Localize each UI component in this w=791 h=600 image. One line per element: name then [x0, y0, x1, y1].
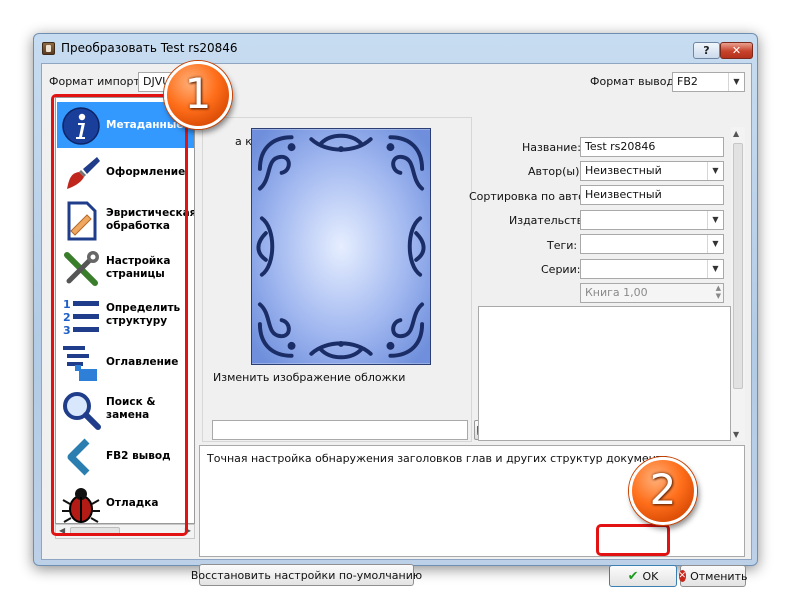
cancel-button[interactable]: ✕ Отменить — [678, 565, 748, 587]
chevron-down-icon: ▼ — [707, 211, 723, 229]
checkmark-icon: ✔ — [627, 568, 639, 584]
publisher-combo[interactable]: ▼ — [580, 210, 724, 230]
series-label: Серии: — [541, 263, 581, 276]
import-format-label: Формат импорта: — [49, 75, 151, 88]
comments-textarea[interactable] — [478, 306, 731, 441]
title-input[interactable]: Test rs20846 — [580, 137, 724, 157]
close-button[interactable]: ✕ — [720, 42, 753, 59]
change-cover-label: Изменить изображение обложки — [213, 371, 406, 384]
step-badge-1: 1 — [164, 61, 232, 129]
output-format-label: Формат вывода: — [590, 75, 685, 88]
output-format-value: FB2 — [677, 75, 698, 88]
chevron-down-icon: ▼ — [707, 260, 723, 278]
sidebar-highlight — [51, 94, 188, 536]
series-combo[interactable]: ▼ — [580, 259, 724, 279]
app-book-icon — [42, 42, 55, 55]
restore-defaults-label: Восстановить настройки по-умолчанию — [190, 568, 423, 582]
book-cover-image — [251, 128, 431, 365]
chevron-down-icon: ▼ — [707, 235, 723, 253]
cover-path-input[interactable] — [212, 420, 468, 440]
output-format-select[interactable]: FB2 ▼ — [672, 72, 745, 92]
step-badge-2: 2 — [629, 457, 697, 525]
spin-arrows-icon: ▲ ▼ — [715, 284, 721, 300]
author-combo[interactable]: Неизвестный ▼ — [580, 161, 724, 181]
ok-button[interactable]: ✔ OK — [609, 565, 677, 587]
scroll-down-icon[interactable]: ▼ — [733, 430, 739, 439]
restore-defaults-button[interactable]: Восстановить настройки по-умолчанию — [191, 564, 422, 586]
cancel-icon: ✕ — [678, 570, 687, 582]
chevron-down-icon: ▼ — [707, 162, 723, 180]
window-title: Преобразовать Test rs20846 — [61, 41, 238, 55]
author-label: Автор(ы) — [528, 165, 580, 178]
author-sort-input[interactable]: Неизвестный — [580, 185, 724, 205]
cancel-label: Отменить — [690, 569, 748, 583]
title-bar[interactable]: Преобразовать Test rs20846 ? ✕ — [34, 34, 757, 62]
ok-label: OK — [642, 569, 659, 583]
author-value: Неизвестный — [585, 164, 662, 177]
book-number-spinbox[interactable]: Книга 1,00 ▲ ▼ — [580, 283, 724, 303]
tags-combo[interactable]: ▼ — [580, 234, 724, 254]
chevron-down-icon: ▼ — [728, 73, 744, 91]
tags-label: Теги: — [547, 239, 578, 252]
title-label: Название: — [522, 141, 581, 154]
author-sort-label: Сортировка по автору — [469, 190, 599, 203]
scroll-up-icon[interactable]: ▲ — [733, 129, 739, 138]
help-button[interactable]: ? — [693, 42, 720, 59]
book-number-value: Книга 1,00 — [585, 286, 648, 299]
form-vertical-scrollbar[interactable]: ▲ ▼ — [731, 127, 745, 441]
ok-highlight — [596, 524, 670, 556]
cover-group: Изменить изображение обложки — [202, 117, 472, 442]
scroll-thumb[interactable] — [733, 143, 743, 389]
